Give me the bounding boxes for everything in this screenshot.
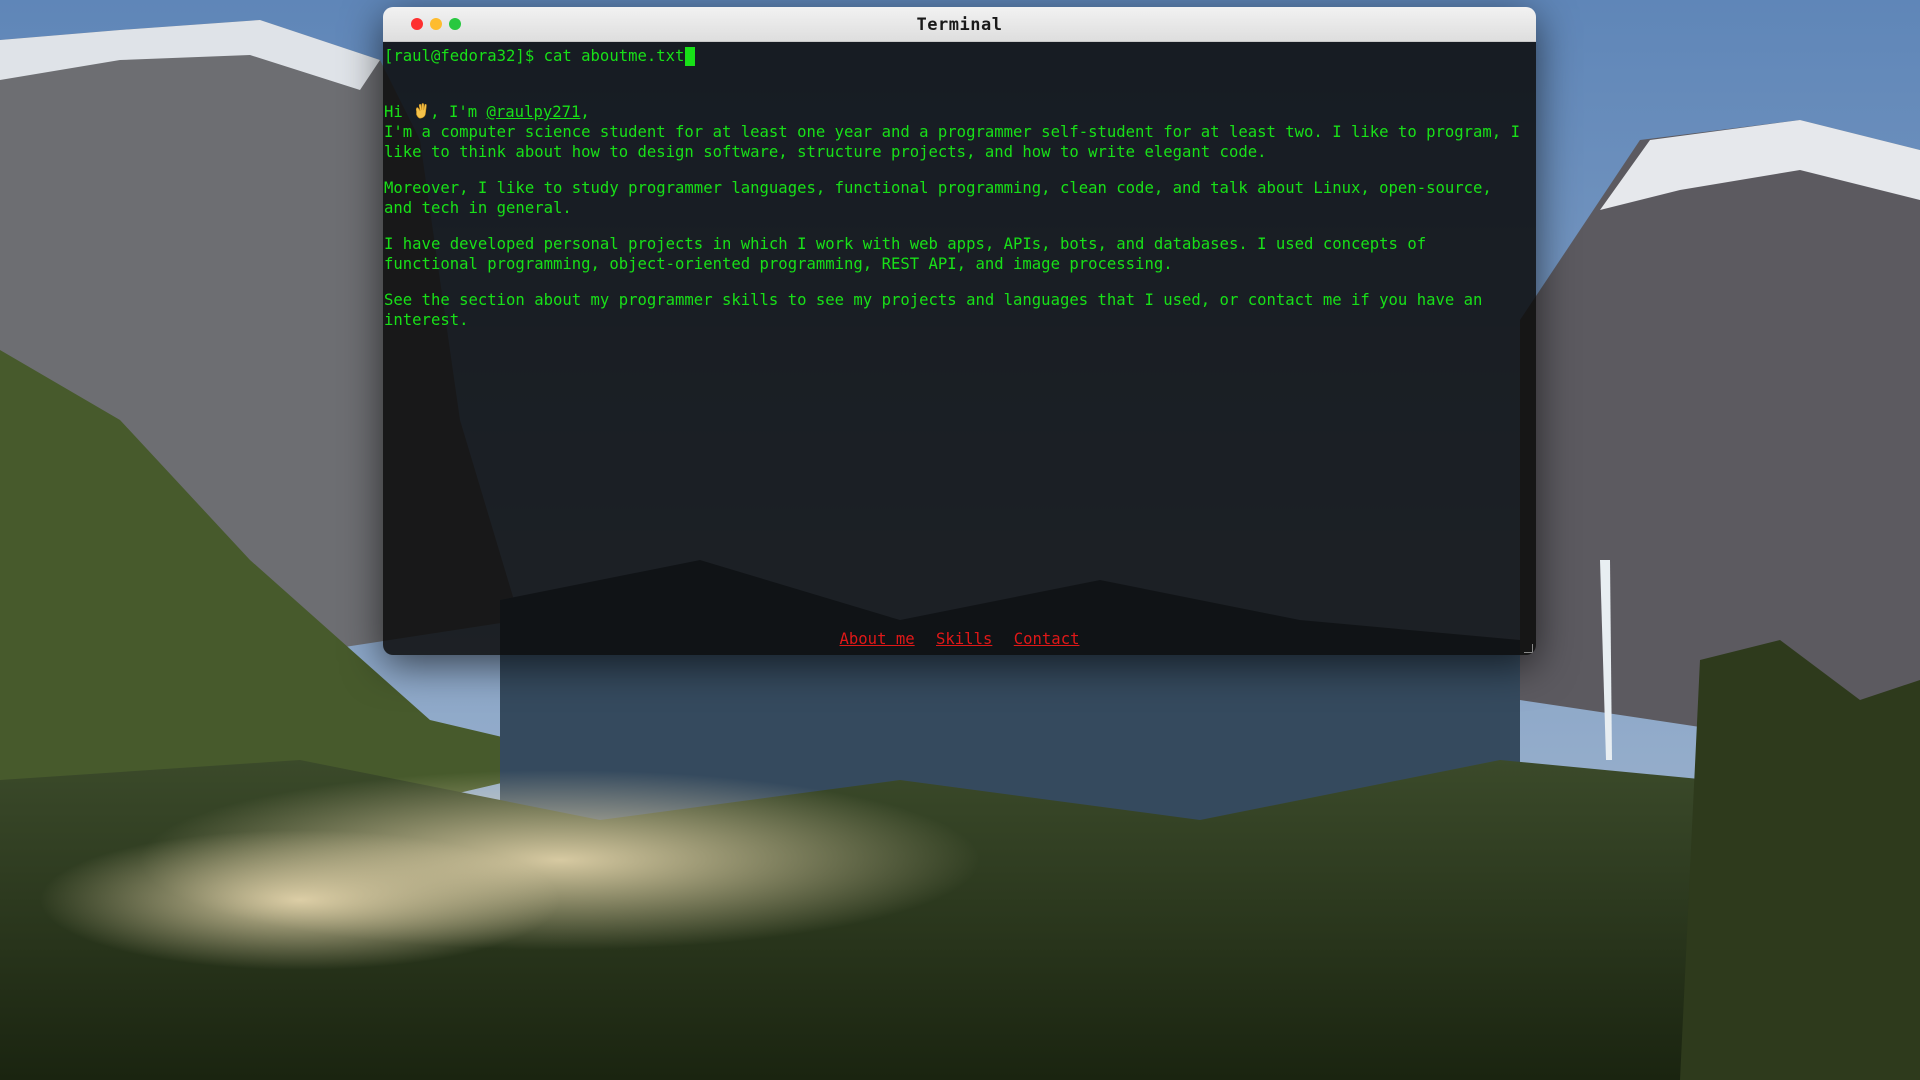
waving-hand-icon [416,103,427,119]
about-content: Hi , I'm @raulpy271, I'm a computer scie… [384,102,1524,330]
prompt-line: [raul@fedora32]$ cat aboutme.txt [384,46,1536,66]
nav-about-me-link[interactable]: About me [840,630,915,648]
window-title: Terminal [916,15,1003,35]
paragraph-intro: I'm a computer science student for at le… [384,123,1520,161]
greeting-line: Hi , I'm @raulpy271, [384,102,1524,122]
terminal-body[interactable]: [raul@fedora32]$ cat aboutme.txt Hi , I'… [383,42,1536,655]
paragraph-projects: I have developed personal projects in wh… [384,235,1427,273]
nav-links: About me Skills Contact [383,629,1536,649]
text-cursor [685,46,696,66]
github-handle-link[interactable]: @raulpy271 [487,103,581,121]
paragraph-contact: See the section about my programmer skil… [384,291,1483,329]
terminal-window: Terminal [raul@fedora32]$ cat aboutme.tx… [383,7,1536,655]
paragraph-interests: Moreover, I like to study programmer lan… [384,179,1492,217]
greeting-prefix: Hi [384,103,413,121]
nav-contact-link[interactable]: Contact [1014,630,1080,648]
desktop: Terminal [raul@fedora32]$ cat aboutme.tx… [0,0,1920,1080]
nav-skills-link[interactable]: Skills [936,630,992,648]
resize-handle[interactable] [1524,644,1533,653]
title-bar[interactable]: Terminal [383,7,1536,42]
greeting-suffix: , [580,103,590,121]
command-prompt: [raul@fedora32]$ cat aboutme.txt [384,47,685,65]
greeting-mid: , I'm [430,103,487,121]
